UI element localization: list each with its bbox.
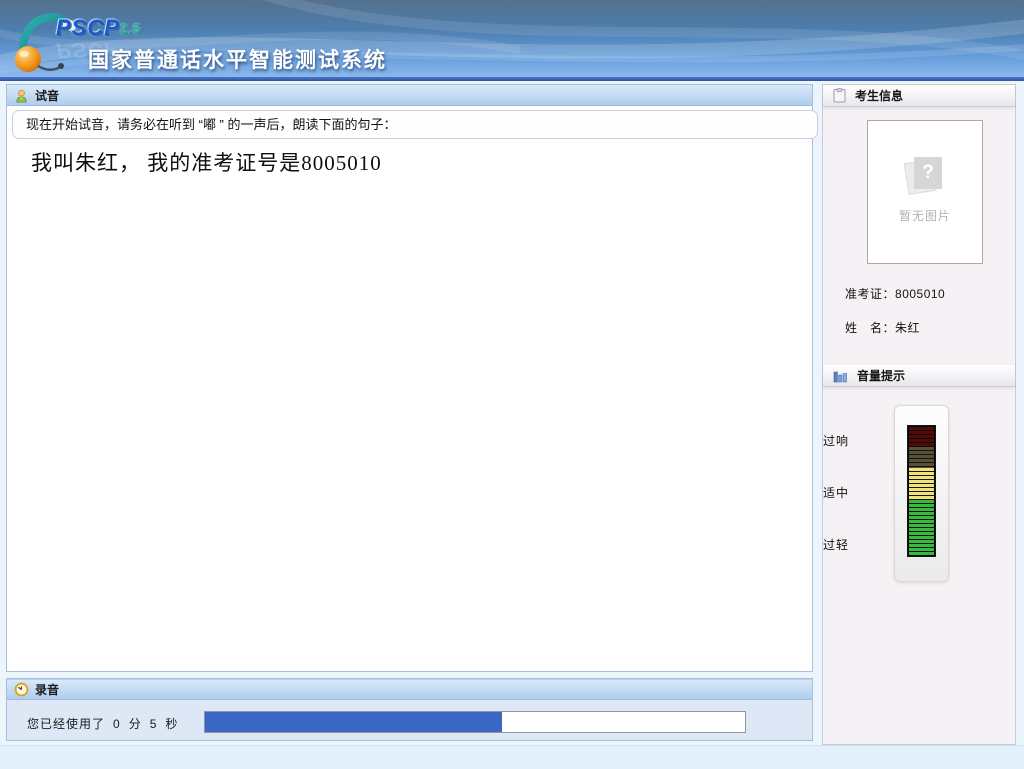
clipboard-icon [833, 88, 846, 103]
volume-label-loud: 过响 [823, 432, 849, 449]
candidate-info-title: 考生信息 [855, 87, 903, 104]
recording-panel: 录音 您已经使用了0分5秒 [6, 678, 813, 741]
test-sentence: 我叫朱红， 我的准考证号是8005010 [31, 147, 382, 177]
meter-zone-transition-unlit [909, 447, 934, 467]
admission-number-row: 准考证：8005010 [845, 285, 945, 302]
elapsed-seconds: 5 [150, 717, 158, 731]
clock-icon [14, 682, 29, 697]
candidate-photo-placeholder: ? 暂无图片 [867, 120, 983, 264]
sound-test-panel-header: 试音 [7, 85, 812, 106]
sound-test-panel: 试音 现在开始试音，请务必在听到 “嘟 ” 的一声后，朗读下面的句子： 我叫朱红… [6, 84, 813, 672]
admission-number: 8005010 [895, 287, 945, 301]
volume-label-medium: 适中 [823, 484, 849, 501]
recording-progress-fill [205, 712, 502, 732]
app-header: PSCP2.5 PSCP 国家普通话水平智能测试系统 [0, 0, 1024, 77]
volume-hint-title: 音量提示 [857, 367, 905, 384]
meter-zone-loud-unlit [909, 427, 934, 447]
footer-background [0, 745, 1024, 769]
meter-zone-medium-lit [909, 468, 934, 500]
app-title: 国家普通话水平智能测试系统 [88, 44, 387, 74]
candidate-name: 朱红 [895, 321, 920, 335]
no-image-icon-front: ? [914, 157, 942, 189]
no-image-icon: ? [906, 157, 944, 197]
candidate-name-row: 姓 名：朱红 [845, 319, 945, 336]
sidebar: 考生信息 ? 暂无图片 准考证：8005010 姓 名：朱红 音量提示 过响 适… [822, 84, 1016, 745]
no-image-text: 暂无图片 [868, 207, 982, 224]
instruction-bar: 现在开始试音，请务必在听到 “嘟 ” 的一声后，朗读下面的句子： [12, 110, 818, 139]
recording-progress-bar [204, 711, 746, 733]
volume-hint-header: 音量提示 [823, 365, 1015, 387]
header-bottom-strip [0, 77, 1024, 81]
sound-test-title: 试音 [35, 87, 59, 104]
volume-label-soft: 过轻 [823, 536, 849, 553]
recording-title: 录音 [35, 681, 59, 698]
elapsed-time-text: 您已经使用了0分5秒 [27, 715, 182, 732]
person-icon [14, 88, 29, 103]
candidate-info-header: 考生信息 [823, 85, 1015, 107]
volume-bars-icon [833, 369, 848, 383]
logo-version: 2.5 [120, 21, 141, 36]
meter-zone-soft-lit [909, 500, 934, 555]
volume-meter-bar [907, 425, 936, 557]
candidate-info-block: 准考证：8005010 姓 名：朱红 [845, 285, 945, 353]
volume-meter [894, 405, 949, 582]
elapsed-minutes: 0 [113, 717, 121, 731]
recording-panel-header: 录音 [7, 679, 812, 700]
